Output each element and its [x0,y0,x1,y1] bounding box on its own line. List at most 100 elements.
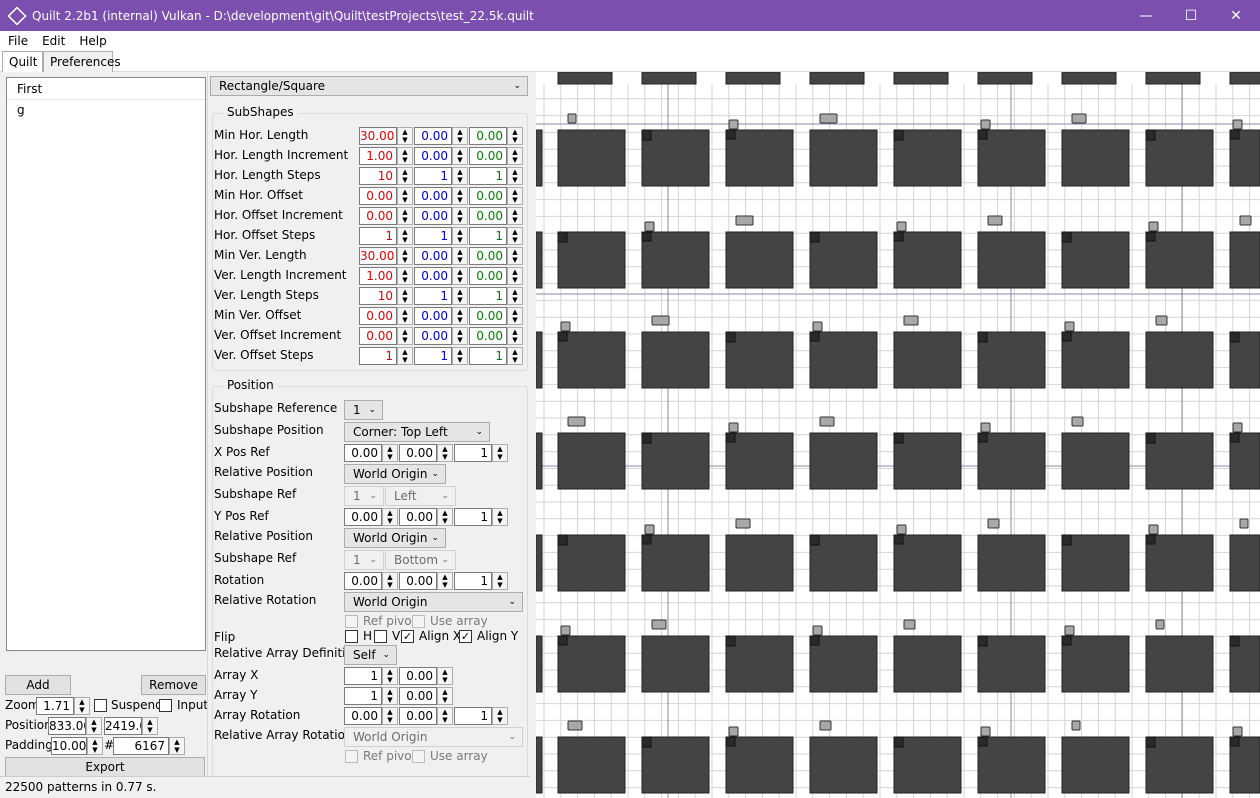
subshape-value-b-spinner[interactable]: ▲ ▼ [452,287,468,305]
count-spinner[interactable]: ▲ ▼ [169,737,185,755]
subshape-value-b-spinner[interactable]: ▲ ▼ [452,307,468,325]
subshape-value-b-spinner[interactable]: ▲ ▼ [452,167,468,185]
rotation-spinner-3[interactable]: ▲ ▼ [492,572,508,590]
array-rotation-spinner-2[interactable]: ▲ ▼ [437,707,453,725]
subshape-value-c-field[interactable]: 0.00 [469,327,507,345]
rotation-spinner-2[interactable]: ▲ ▼ [437,572,453,590]
subshape-value-c-field[interactable]: 0.00 [469,307,507,325]
ref-pivot-2-checkbox[interactable] [345,750,358,763]
subshape-value-c-spinner[interactable]: ▲ ▼ [507,207,523,225]
subshape-value-a-spinner[interactable]: ▲ ▼ [397,267,413,285]
x-pos-ref-field-1[interactable]: 0.00 [344,444,382,462]
layer-list-item[interactable]: g [7,100,205,120]
subshape-value-b-spinner[interactable]: ▲ ▼ [452,187,468,205]
array-y-spinner-1[interactable]: ▲ ▼ [382,687,398,705]
subshape-value-b-spinner[interactable]: ▲ ▼ [452,147,468,165]
rotation-field-1[interactable]: 0.00 [344,572,382,590]
ref-pivot-checkbox[interactable] [345,615,358,628]
subshape-value-a-field[interactable]: 1.00 [359,267,397,285]
subshape-value-a-field[interactable]: 0.00 [359,207,397,225]
array-x-field-1[interactable]: 1 [344,667,382,685]
y-pos-ref-field-2[interactable]: 0.00 [399,508,437,526]
subshape-value-a-field[interactable]: 30.00 [359,127,397,145]
subshape-value-a-spinner[interactable]: ▲ ▼ [397,247,413,265]
relative-array-rotation-dropdown[interactable]: World Origin ⌄ [344,727,523,747]
subshape-value-b-field[interactable]: 0.00 [414,187,452,205]
subshape-value-c-field[interactable]: 0.00 [469,267,507,285]
subshape-value-a-spinner[interactable]: ▲ ▼ [397,287,413,305]
subshape-value-c-field[interactable]: 0.00 [469,187,507,205]
y-pos-ref-spinner-3[interactable]: ▲ ▼ [492,508,508,526]
subshape-value-a-spinner[interactable]: ▲ ▼ [397,227,413,245]
use-array-checkbox[interactable] [412,615,425,628]
subshape-value-b-field[interactable]: 1 [414,227,452,245]
subshape-value-b-spinner[interactable]: ▲ ▼ [452,227,468,245]
subshape-reference-dropdown[interactable]: 1 ⌄ [344,400,383,420]
subshape-value-a-field[interactable]: 0.00 [359,307,397,325]
subshape-value-b-field[interactable]: 0.00 [414,267,452,285]
subshape-value-a-spinner[interactable]: ▲ ▼ [397,187,413,205]
position-x-field[interactable]: 833.00 [48,717,86,735]
subshape-value-a-field[interactable]: 0.00 [359,187,397,205]
subshape-value-c-spinner[interactable]: ▲ ▼ [507,187,523,205]
subshape-value-c-spinner[interactable]: ▲ ▼ [507,247,523,265]
subshape-value-c-field[interactable]: 1 [469,347,507,365]
input-checkbox[interactable] [159,699,172,712]
remove-button[interactable]: Remove [141,675,206,695]
subshape-value-a-spinner[interactable]: ▲ ▼ [397,347,413,365]
subshape-value-a-spinner[interactable]: ▲ ▼ [397,207,413,225]
subshape-position-dropdown[interactable]: Corner: Top Left ⌄ [344,422,490,442]
subshape-value-c-spinner[interactable]: ▲ ▼ [507,327,523,345]
array-rotation-spinner-3[interactable]: ▲ ▼ [492,707,508,725]
add-button[interactable]: Add [5,675,71,695]
x-pos-ref-spinner-2[interactable]: ▲ ▼ [437,444,453,462]
suspend-checkbox[interactable] [94,699,107,712]
subshape-value-c-field[interactable]: 0.00 [469,147,507,165]
x-pos-ref-spinner-1[interactable]: ▲ ▼ [382,444,398,462]
subshape-value-c-spinner[interactable]: ▲ ▼ [507,147,523,165]
array-x-field-2[interactable]: 0.00 [399,667,437,685]
x-pos-ref-field-2[interactable]: 0.00 [399,444,437,462]
flip-h-checkbox[interactable] [345,630,358,643]
zoom-field[interactable]: 1.71 [36,697,74,715]
array-y-field-1[interactable]: 1 [344,687,382,705]
subshape-value-a-field[interactable]: 10 [359,167,397,185]
subshape-value-a-field[interactable]: 1.00 [359,147,397,165]
subshape-value-b-field[interactable]: 1 [414,287,452,305]
subshape-value-a-spinner[interactable]: ▲ ▼ [397,327,413,345]
subshape-value-a-field[interactable]: 0.00 [359,327,397,345]
export-button[interactable]: Export [5,757,205,777]
padding-field[interactable]: 10.00 [51,737,87,755]
use-array-2-checkbox[interactable] [412,750,425,763]
align-y-checkbox[interactable]: ✓ [459,630,472,643]
menu-edit[interactable]: Edit [34,34,71,48]
subshape-value-a-spinner[interactable]: ▲ ▼ [397,127,413,145]
rotation-field-2[interactable]: 0.00 [399,572,437,590]
subshape-ref-x-dropdown[interactable]: 1 ⌄ [344,486,384,506]
subshape-value-b-field[interactable]: 0.00 [414,127,452,145]
maximize-icon[interactable]: ☐ [1168,0,1214,31]
zoom-spinner[interactable]: ▲ ▼ [74,697,90,715]
subshape-value-c-field[interactable]: 0.00 [469,127,507,145]
count-field[interactable]: 6167 [113,737,169,755]
subshape-value-c-field[interactable]: 1 [469,287,507,305]
menu-file[interactable]: File [0,34,34,48]
rotation-spinner-1[interactable]: ▲ ▼ [382,572,398,590]
subshape-value-c-field[interactable]: 1 [469,227,507,245]
layer-list-header[interactable]: First [7,78,205,100]
subshape-value-c-spinner[interactable]: ▲ ▼ [507,167,523,185]
subshape-value-c-spinner[interactable]: ▲ ▼ [507,267,523,285]
subshape-value-a-field[interactable]: 10 [359,287,397,305]
subshape-value-a-field[interactable]: 1 [359,347,397,365]
x-pos-ref-field-3[interactable]: 1 [454,444,492,462]
subshape-value-b-field[interactable]: 1 [414,167,452,185]
y-pos-ref-field-3[interactable]: 1 [454,508,492,526]
subshape-value-c-spinner[interactable]: ▲ ▼ [507,227,523,245]
flip-v-checkbox[interactable] [374,630,387,643]
subshape-value-c-field[interactable]: 1 [469,167,507,185]
subshape-value-b-spinner[interactable]: ▲ ▼ [452,347,468,365]
array-rotation-field-3[interactable]: 1 [454,707,492,725]
position-x-spinner[interactable]: ▲ ▼ [86,717,102,735]
subshape-value-b-spinner[interactable]: ▲ ▼ [452,127,468,145]
subshape-value-b-field[interactable]: 1 [414,347,452,365]
